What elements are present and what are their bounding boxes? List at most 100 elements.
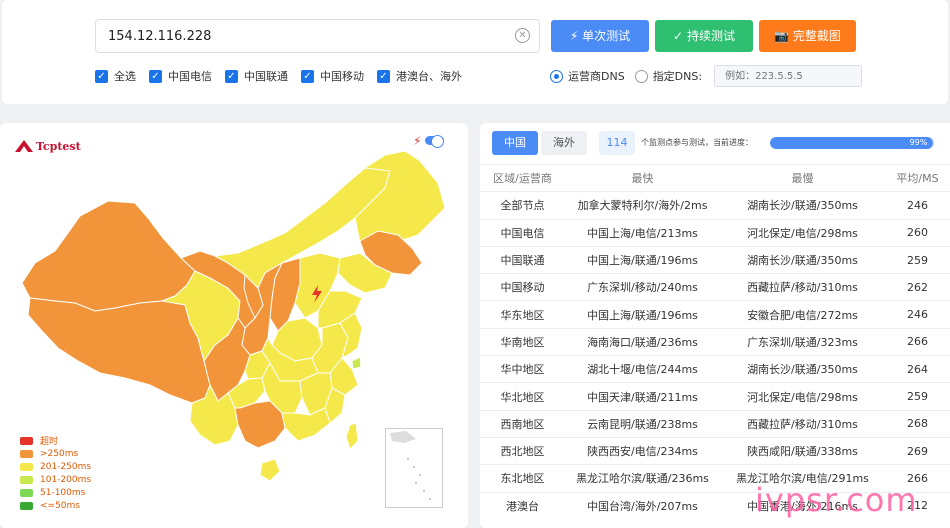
checkbox-icon[interactable]: ✓ bbox=[301, 69, 314, 83]
cell-region: 西北地区 bbox=[500, 445, 545, 459]
legend-label: 101-200ms bbox=[40, 474, 92, 485]
cell-average: 260 bbox=[907, 226, 928, 240]
cell-fastest: 云南昆明/联通/238ms bbox=[587, 417, 698, 431]
legend-item: 超时 bbox=[20, 434, 91, 447]
legend-label: 超时 bbox=[40, 437, 59, 447]
tab-china[interactable]: 中国 bbox=[492, 131, 538, 155]
map-region-xinjiang[interactable] bbox=[21, 200, 196, 312]
single-test-label: 单次测试 bbox=[582, 29, 631, 43]
tab-overseas[interactable]: 海外 bbox=[541, 131, 587, 155]
continuous-test-label: 持续测试 bbox=[686, 29, 735, 43]
radio-icon[interactable] bbox=[634, 69, 648, 83]
lightning-icon: ⚡ bbox=[569, 29, 579, 43]
cell-slowest: 安徽合肥/电信/272ms bbox=[747, 308, 858, 322]
filter-label: 全选 bbox=[114, 70, 136, 83]
watermark: ivpsr.com bbox=[755, 481, 918, 519]
progress-fill: 99% bbox=[770, 137, 934, 149]
header-slowest: 最慢 bbox=[791, 172, 814, 186]
checkbox-icon[interactable]: ✓ bbox=[377, 69, 390, 83]
header-average: 平均/MS bbox=[896, 172, 939, 186]
cell-slowest: 陕西咸阳/联通/338ms bbox=[747, 445, 858, 459]
search-panel: ✕ ⚡ 单次测试 ✓ 持续测试 📷 完整截图 ✓ 全选 ✓ 中国电信 ✓ 中国联通 ✓… bbox=[2, 0, 948, 104]
cell-average: 259 bbox=[907, 390, 928, 404]
cell-region: 华中地区 bbox=[500, 363, 545, 377]
cell-region: 华东地区 bbox=[500, 308, 545, 322]
legend-item: 101-200ms bbox=[20, 473, 91, 486]
filter-label: 港澳台、海外 bbox=[396, 70, 462, 83]
map-region-hainan[interactable] bbox=[259, 458, 281, 482]
full-screenshot-button[interactable]: 📷 完整截图 bbox=[759, 20, 856, 52]
isp-dns-radio[interactable]: 运营商DNS bbox=[550, 68, 625, 84]
cell-average: 269 bbox=[907, 444, 928, 458]
filter-unicom[interactable]: ✓ 中国联通 bbox=[225, 68, 288, 84]
cell-region: 东北地区 bbox=[500, 472, 545, 486]
legend-item: 51-100ms bbox=[20, 486, 91, 499]
table-row: 华北地区 中国天津/联通/211ms 河北保定/电信/298ms 259 bbox=[480, 382, 950, 409]
cell-fastest: 中国上海/联通/196ms bbox=[587, 254, 698, 268]
cell-slowest: 湖南长沙/联通/350ms bbox=[747, 363, 858, 377]
continuous-test-button[interactable]: ✓ 持续测试 bbox=[655, 20, 753, 52]
checkbox-icon[interactable]: ✓ bbox=[149, 69, 162, 83]
cell-fastest: 黑龙江哈尔滨/联通/236ms bbox=[576, 472, 709, 486]
cell-slowest: 湖南长沙/联通/350ms bbox=[747, 254, 858, 268]
cell-average: 266 bbox=[907, 335, 928, 349]
legend-item: 201-250ms bbox=[20, 460, 91, 473]
filter-hk-overseas[interactable]: ✓ 港澳台、海外 bbox=[377, 68, 462, 84]
cell-slowest: 广东深圳/联通/323ms bbox=[747, 335, 858, 349]
legend-label: >250ms bbox=[40, 448, 79, 459]
filter-telecom[interactable]: ✓ 中国电信 bbox=[149, 68, 212, 84]
radio-selected-icon[interactable] bbox=[550, 69, 563, 83]
cell-region: 中国联通 bbox=[500, 254, 545, 268]
cell-slowest: 西藏拉萨/移动/310ms bbox=[747, 281, 858, 295]
checkbox-icon[interactable]: ✓ bbox=[95, 69, 108, 83]
monitor-count: 114 bbox=[599, 131, 635, 155]
table-header: 区域/运营商 最快 最慢 平均/MS bbox=[480, 164, 950, 191]
isp-dns-label: 运营商DNS bbox=[568, 70, 625, 83]
table-row: 西南地区 云南昆明/联通/238ms 西藏拉萨/移动/310ms 268 bbox=[480, 409, 950, 437]
flash-icon: ⚡ bbox=[413, 134, 422, 148]
legend-label: 201-250ms bbox=[40, 461, 92, 472]
filter-select-all[interactable]: ✓ 全选 bbox=[95, 68, 136, 84]
south-china-sea-inset bbox=[385, 428, 443, 508]
legend-label: 51-100ms bbox=[40, 487, 86, 498]
clear-icon[interactable]: ✕ bbox=[515, 28, 530, 43]
checkbox-icon[interactable]: ✓ bbox=[225, 69, 238, 83]
legend-swatch bbox=[20, 488, 33, 497]
single-test-button[interactable]: ⚡ 单次测试 bbox=[551, 20, 649, 52]
map-region-taiwan[interactable] bbox=[345, 422, 359, 450]
cell-region: 华南地区 bbox=[500, 335, 545, 349]
legend-swatch bbox=[20, 462, 33, 471]
cell-average: 268 bbox=[907, 417, 928, 431]
custom-dns-input[interactable] bbox=[714, 65, 863, 87]
cell-region: 西南地区 bbox=[500, 417, 545, 431]
table-body: 全部节点 加拿大蒙特利尔/海外/2ms 湖南长沙/联通/350ms 246 中国电信 中国… bbox=[480, 191, 950, 519]
custom-dns-label: 指定DNS: bbox=[652, 70, 703, 83]
map-toggle-switch[interactable] bbox=[425, 135, 444, 148]
map-region-guangdong[interactable] bbox=[281, 407, 331, 442]
inset-map bbox=[390, 431, 431, 500]
cell-slowest: 河北保定/电信/298ms bbox=[747, 226, 858, 240]
cell-fastest: 中国台湾/海外/207ms bbox=[587, 499, 698, 513]
ip-input[interactable] bbox=[108, 20, 508, 52]
legend-swatch bbox=[20, 436, 33, 445]
filter-label: 中国电信 bbox=[168, 70, 212, 83]
cell-average: 264 bbox=[907, 362, 928, 376]
cell-fastest: 加拿大蒙特利尔/海外/2ms bbox=[577, 199, 708, 213]
map-region-tibet[interactable] bbox=[27, 295, 211, 404]
custom-dns-radio[interactable]: 指定DNS: bbox=[634, 68, 703, 84]
isp-filter-row: ✓ 全选 ✓ 中国电信 ✓ 中国联通 ✓ 中国移动 ✓ 港澳台、海外 bbox=[95, 67, 475, 85]
legend-swatch bbox=[20, 449, 33, 458]
cell-region: 中国电信 bbox=[500, 226, 545, 240]
table-row: 华东地区 中国上海/联通/196ms 安徽合肥/电信/272ms 246 bbox=[480, 300, 950, 327]
filter-mobile[interactable]: ✓ 中国移动 bbox=[301, 68, 364, 84]
ip-input-wrapper: ✕ bbox=[95, 19, 540, 53]
legend-item: >250ms bbox=[20, 447, 91, 460]
cell-fastest: 中国上海/电信/213ms bbox=[587, 226, 698, 240]
cell-region: 中国移动 bbox=[500, 281, 545, 295]
table-row: 中国电信 中国上海/电信/213ms 河北保定/电信/298ms 260 bbox=[480, 218, 950, 246]
map-region-shanghai[interactable] bbox=[351, 356, 362, 370]
map-panel: Tcptest ⚡ 超时 >250ms 201-250ms 101-200ms … bbox=[0, 123, 468, 528]
results-panel: 中国 海外 114 个监测点参与测试，当前进度： 99% 区域/运营商 最快 最… bbox=[480, 123, 950, 528]
cell-region: 全部节点 bbox=[500, 199, 545, 213]
results-table: 区域/运营商 最快 最慢 平均/MS 全部节点 加拿大蒙特利尔/海外/2ms 湖南长… bbox=[480, 164, 950, 519]
